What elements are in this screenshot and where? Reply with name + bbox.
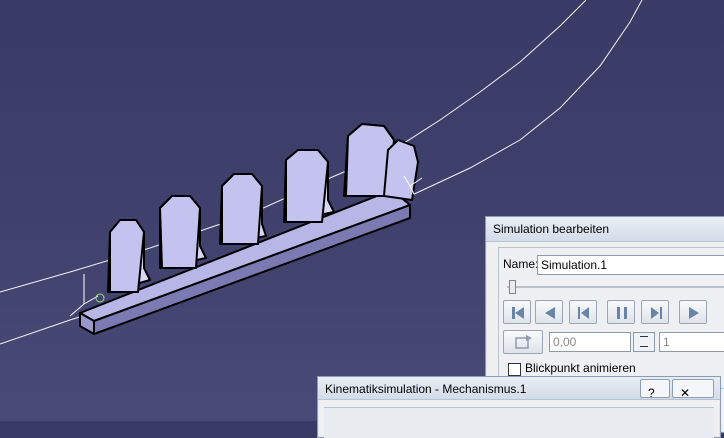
rack-tooth: [283, 149, 335, 223]
time-spinner[interactable]: [633, 332, 655, 352]
play-backward-button[interactable]: [535, 300, 563, 324]
help-button[interactable]: ?: [640, 379, 670, 400]
step-forward-icon: [651, 307, 662, 319]
close-icon: ✕: [680, 386, 691, 400]
step-backward-button[interactable]: [569, 300, 597, 324]
gear-rack-part[interactable]: [79, 123, 419, 335]
kinematics-dialog-body: [324, 407, 714, 438]
rack-tooth: [219, 173, 267, 245]
close-button[interactable]: ✕: [672, 379, 714, 400]
loop-mode-button[interactable]: [503, 330, 543, 354]
skip-to-start-button[interactable]: [503, 300, 531, 324]
simulation-name-field[interactable]: Simulation.1: [537, 255, 724, 275]
animate-viewpoint-label: Blickpunkt animieren: [525, 361, 636, 375]
play-backward-icon: [545, 307, 555, 319]
rack-tooth: [107, 219, 151, 293]
step-forward-button[interactable]: [641, 300, 669, 324]
pause-button[interactable]: [607, 300, 635, 324]
loop-icon: [515, 335, 532, 349]
kinematics-dialog-title: Kinematiksimulation - Mechanismus.1: [325, 382, 527, 396]
simulation-dialog-title: Simulation bearbeiten: [493, 222, 610, 236]
pause-icon: [617, 307, 627, 319]
animate-viewpoint-checkbox[interactable]: [508, 363, 521, 376]
simulation-dialog-titlebar[interactable]: Simulation bearbeiten: [486, 217, 724, 242]
skip-to-start-icon: [512, 307, 524, 319]
kinematics-dialog-titlebar[interactable]: Kinematiksimulation - Mechanismus.1 ? ✕: [318, 377, 720, 400]
spinner-up-icon: [640, 336, 648, 337]
spinner-down-icon: [640, 346, 648, 347]
play-forward-icon: [689, 307, 699, 319]
help-icon: ?: [648, 386, 655, 400]
slider-thumb-icon[interactable]: [509, 280, 516, 294]
play-forward-button[interactable]: [679, 300, 707, 324]
step-backward-icon: [578, 307, 589, 319]
kinematics-dialog: Kinematiksimulation - Mechanismus.1 ? ✕: [317, 376, 721, 438]
rack-tooth: [159, 195, 207, 269]
simulation-time-slider[interactable]: [503, 280, 724, 294]
time-value-field[interactable]: 0,00: [549, 332, 631, 352]
simulation-dialog-body: Name: Simulation.1 0,00 1 Blickpunkt ani…: [498, 247, 724, 389]
step-value-field[interactable]: 1: [659, 332, 724, 352]
name-label: Name:: [503, 257, 539, 271]
